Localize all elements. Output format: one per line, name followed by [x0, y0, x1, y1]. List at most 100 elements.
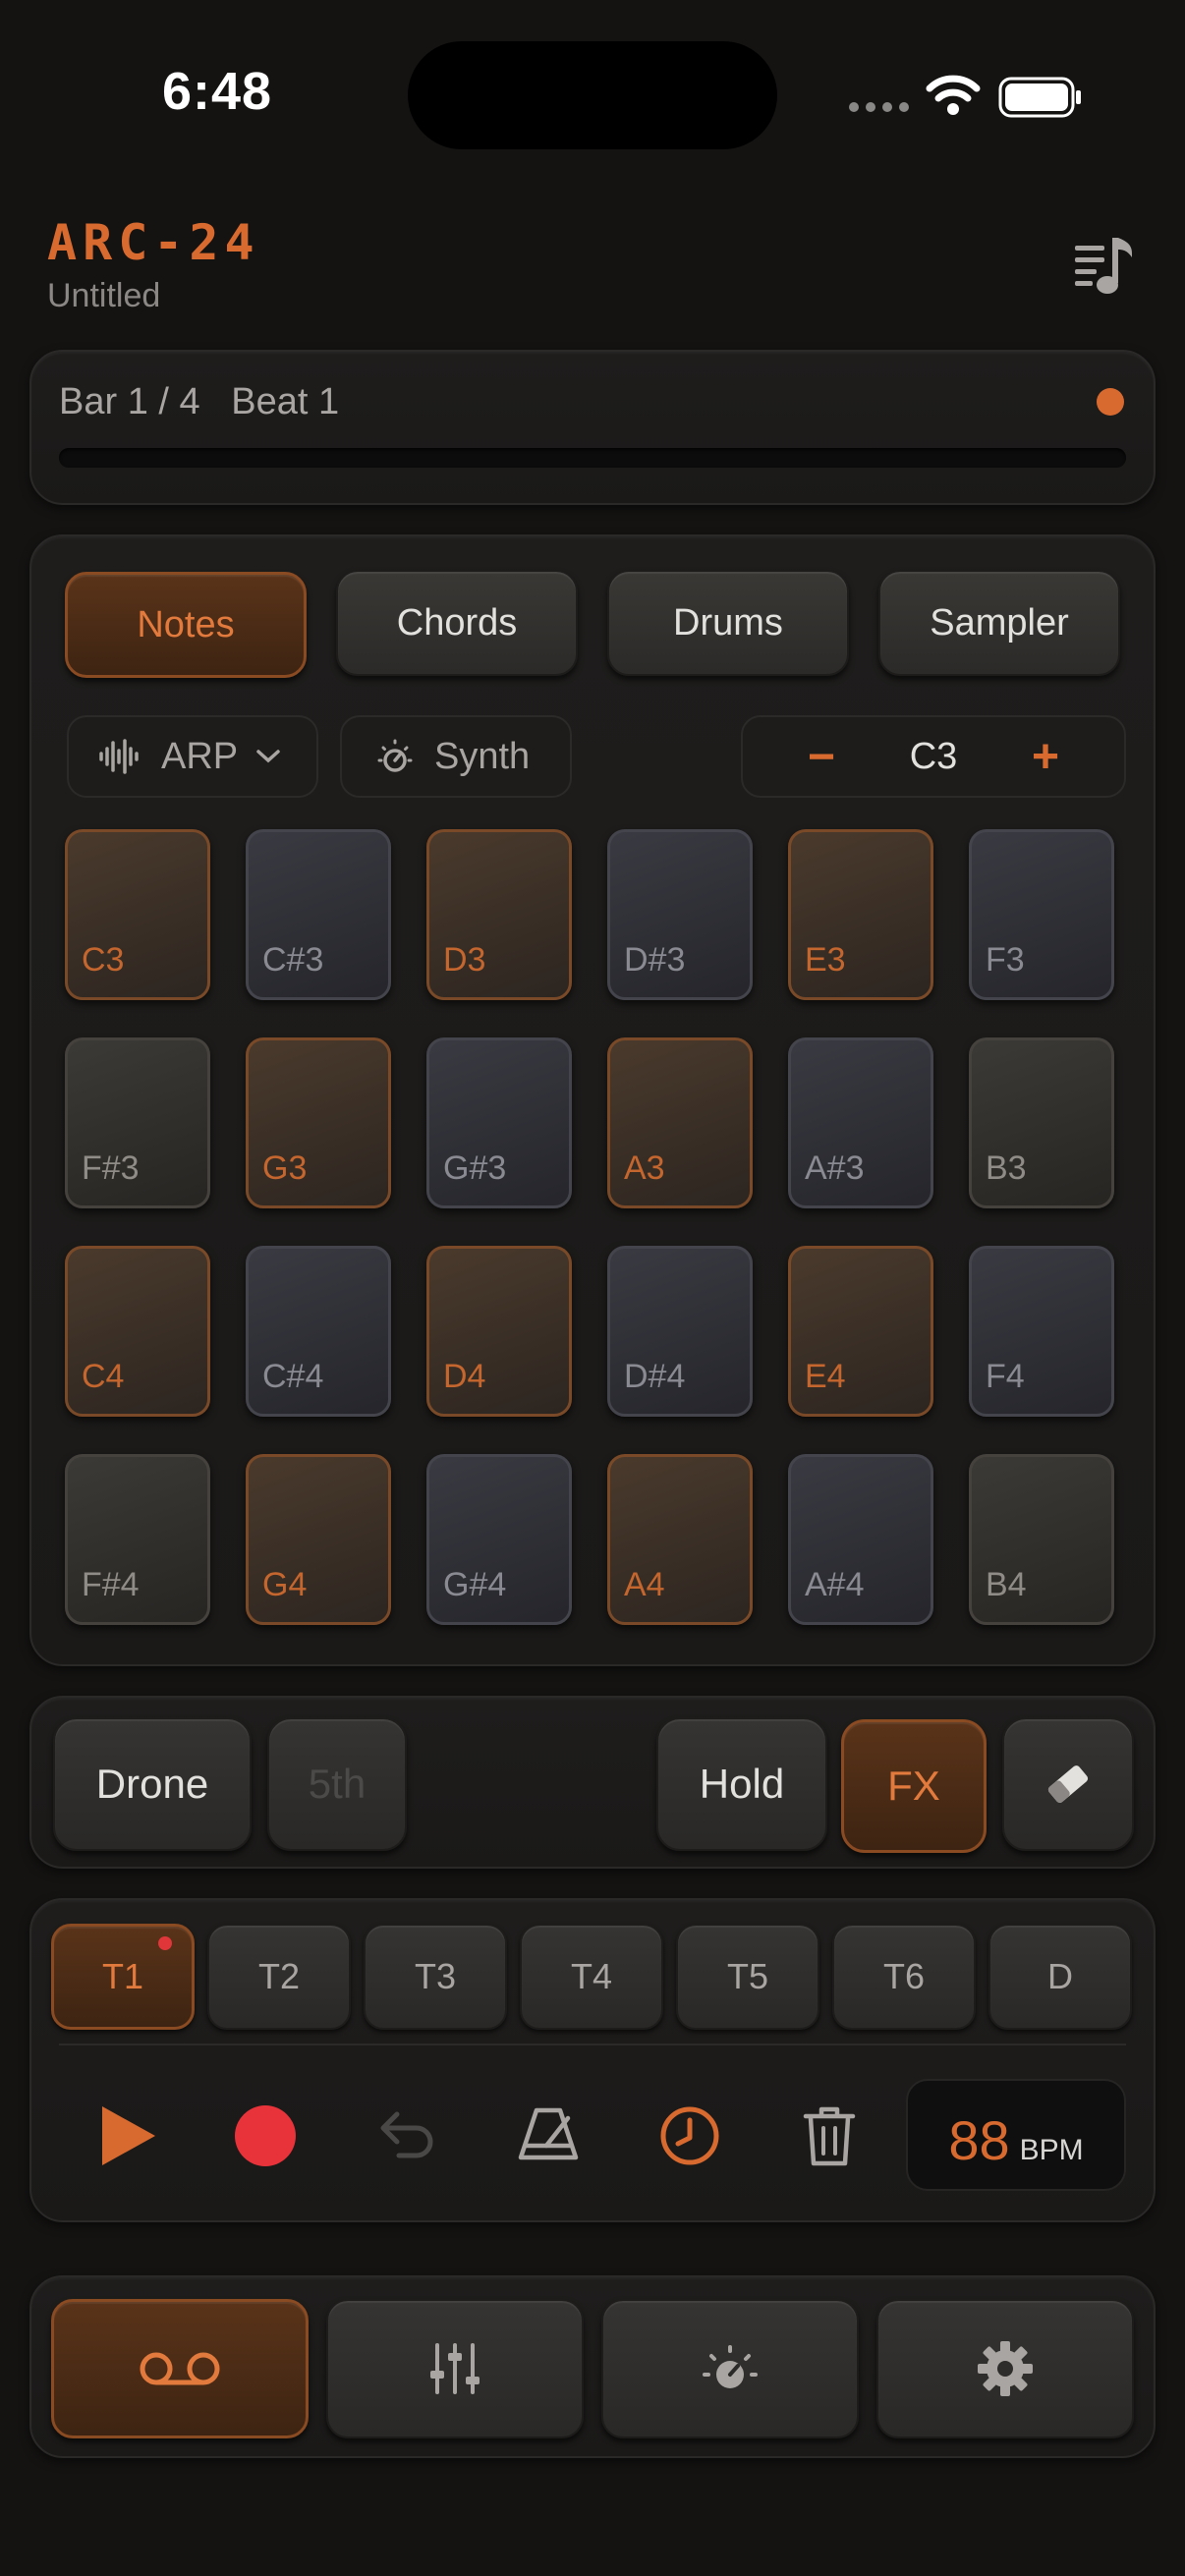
undo-button[interactable]: [360, 2089, 454, 2183]
note-pad[interactable]: F#4: [65, 1454, 210, 1625]
bar-beat-readout: Bar 1 / 4 Beat 1: [59, 381, 340, 422]
cellular-signal-icon: [849, 102, 909, 112]
note-pad[interactable]: B3: [969, 1037, 1114, 1208]
note-pad[interactable]: D4: [426, 1246, 572, 1417]
note-pad[interactable]: D#3: [607, 829, 753, 1000]
playlist-music-icon[interactable]: [1063, 232, 1142, 301]
note-pad[interactable]: G#4: [426, 1454, 572, 1625]
note-pad-label: G4: [262, 1566, 308, 1603]
mode-drums-button[interactable]: Drums: [607, 570, 849, 676]
project-name[interactable]: Untitled: [47, 277, 160, 315]
note-pad[interactable]: B4: [969, 1454, 1114, 1625]
eraser-button[interactable]: [1002, 1717, 1134, 1851]
note-pad[interactable]: E3: [788, 829, 933, 1000]
note-pad-label: C4: [82, 1358, 125, 1395]
nav-synth-button[interactable]: [601, 2299, 859, 2438]
track-button[interactable]: T5: [676, 1924, 819, 2030]
trash-icon: [803, 2106, 856, 2166]
note-pad-label: G#4: [443, 1566, 507, 1603]
note-pad[interactable]: C#3: [246, 829, 391, 1000]
note-pad[interactable]: F#3: [65, 1037, 210, 1208]
track-button[interactable]: T4: [520, 1924, 663, 2030]
app-title: ARC-24: [47, 214, 260, 271]
note-pad-label: C#3: [262, 941, 324, 979]
arp-dropdown[interactable]: ARP: [67, 715, 318, 798]
octave-up-button[interactable]: +: [1032, 730, 1059, 784]
track-button[interactable]: T3: [364, 1924, 507, 2030]
note-pad-label: A4: [624, 1566, 665, 1603]
mode-chords-button[interactable]: Chords: [336, 570, 578, 676]
waveform-icon: [99, 739, 139, 774]
track-button[interactable]: D: [988, 1924, 1132, 2030]
note-pad[interactable]: A3: [607, 1037, 753, 1208]
note-pad[interactable]: A4: [607, 1454, 753, 1625]
note-pad[interactable]: C4: [65, 1246, 210, 1417]
note-pad[interactable]: C#4: [246, 1246, 391, 1417]
count-in-clock-icon: [660, 2106, 719, 2165]
octave-down-button[interactable]: −: [808, 730, 835, 784]
note-pad[interactable]: G3: [246, 1037, 391, 1208]
bpm-value: 88: [948, 2109, 1010, 2171]
divider: [59, 2044, 1126, 2045]
status-time: 6:48: [162, 62, 273, 121]
track-button[interactable]: T6: [832, 1924, 976, 2030]
nav-mixer-button[interactable]: [326, 2299, 584, 2438]
note-pad-label: F#4: [82, 1566, 140, 1603]
track-label: T3: [414, 1956, 456, 1996]
mode-notes-button[interactable]: Notes: [65, 572, 307, 678]
drone-button[interactable]: Drone: [53, 1717, 252, 1851]
battery-icon: [998, 77, 1081, 118]
note-pad-label: D4: [443, 1358, 486, 1395]
note-pad[interactable]: F3: [969, 829, 1114, 1000]
note-pad-label: B3: [986, 1149, 1027, 1187]
mode-sampler-button[interactable]: Sampler: [878, 570, 1120, 676]
delete-button[interactable]: [782, 2089, 876, 2183]
count-in-button[interactable]: [643, 2089, 737, 2183]
track-activity-indicator: [158, 1936, 172, 1950]
note-pad-label: A#4: [805, 1566, 865, 1603]
note-pad[interactable]: C3: [65, 829, 210, 1000]
note-pad[interactable]: E4: [788, 1246, 933, 1417]
fx-button[interactable]: FX: [841, 1719, 987, 1853]
synth-button[interactable]: Synth: [340, 715, 572, 798]
song-progress-bar[interactable]: [59, 448, 1126, 468]
metronome-button[interactable]: [501, 2089, 595, 2183]
wifi-icon: [926, 75, 981, 115]
hold-button[interactable]: Hold: [656, 1717, 827, 1851]
note-pad[interactable]: G#3: [426, 1037, 572, 1208]
note-pad-label: A3: [624, 1149, 665, 1187]
track-label: T2: [257, 1956, 300, 1996]
track-label: T1: [101, 1956, 143, 1996]
track-button[interactable]: T2: [207, 1924, 351, 2030]
note-pad[interactable]: F4: [969, 1246, 1114, 1417]
note-pad-label: C#4: [262, 1358, 324, 1395]
note-pad[interactable]: D3: [426, 829, 572, 1000]
eraser-icon: [1047, 1765, 1089, 1803]
note-pad-label: C3: [82, 941, 125, 979]
note-pad[interactable]: A#3: [788, 1037, 933, 1208]
note-pad-label: F4: [986, 1358, 1025, 1395]
note-pad[interactable]: G4: [246, 1454, 391, 1625]
nav-tape-button[interactable]: [51, 2299, 309, 2438]
note-pad-label: E4: [805, 1358, 846, 1395]
settings-gear-icon: [978, 2341, 1033, 2396]
note-pad-label: E3: [805, 941, 846, 979]
note-pad-label: G3: [262, 1149, 308, 1187]
synth-knob-icon: [377, 739, 413, 772]
record-button[interactable]: [218, 2089, 312, 2183]
mixer-icon: [430, 2343, 480, 2394]
tempo-display[interactable]: 88 BPM: [906, 2079, 1126, 2191]
note-pad-label: F#3: [82, 1149, 140, 1187]
octave-value: C3: [909, 735, 958, 777]
play-button[interactable]: [81, 2089, 175, 2183]
nav-settings-button[interactable]: [876, 2299, 1134, 2438]
play-icon: [102, 2106, 155, 2165]
note-pad[interactable]: D#4: [607, 1246, 753, 1417]
note-pad-label: D#4: [624, 1358, 686, 1395]
track-button[interactable]: T1: [51, 1924, 195, 2030]
note-pad[interactable]: A#4: [788, 1454, 933, 1625]
synth-knob-icon: [703, 2345, 758, 2388]
metronome-icon: [518, 2107, 579, 2160]
record-icon: [235, 2105, 296, 2166]
fifth-button[interactable]: 5th: [267, 1717, 407, 1851]
